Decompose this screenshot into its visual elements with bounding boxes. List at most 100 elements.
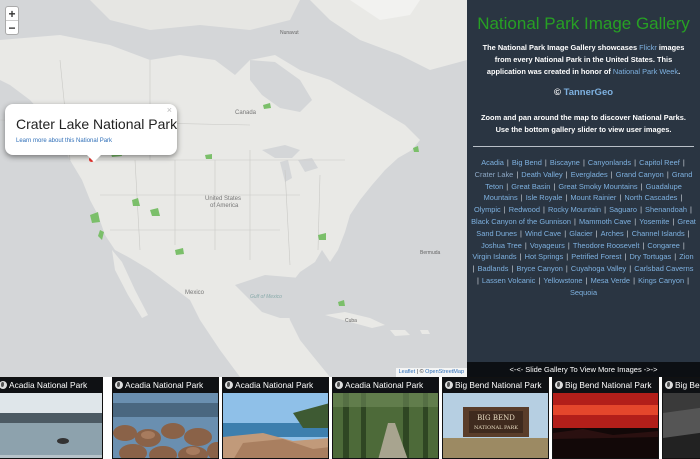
park-link[interactable]: Crater Lake [475,170,514,179]
map-view[interactable]: + − United States of America Canada Mexi… [0,0,467,377]
park-link[interactable]: Hot Springs [525,252,564,261]
park-link[interactable]: Acadia [481,158,504,167]
map-label-bermuda: Bermuda [420,250,441,256]
park-link-separator: | [504,158,511,167]
gallery-caption-text: Acadia National Park [235,380,314,390]
park-link-separator: | [632,158,639,167]
park-link-list: Acadia | Big Bend | Biscayne | Canyonlan… [471,157,696,299]
popup-learn-more-link[interactable]: Learn more about this National Park [16,138,112,144]
globe-icon [665,381,673,389]
gallery-card[interactable]: Big Bend National Park [662,377,700,459]
gallery-card[interactable]: Acadia National Park [112,377,219,459]
info-sidebar: National Park Image Gallery The National… [467,0,700,362]
intro-part-1: The National Park Image Gallery showcase… [482,43,640,52]
park-link[interactable]: Carlsbad Caverns [634,264,693,273]
park-link[interactable]: Mesa Verde [591,276,630,285]
park-link[interactable]: Everglades [571,170,608,179]
park-link[interactable]: Dry Tortugas [629,252,671,261]
image-gallery[interactable]: Acadia National Park Acadia National Park… [0,377,700,459]
park-link[interactable]: Virgin Islands [472,252,516,261]
tannergeo-link[interactable]: TannerGeo [564,87,613,98]
park-link[interactable]: Sequoia [570,288,597,297]
park-link[interactable]: Isle Royale [526,193,563,202]
park-link-separator: | [542,158,549,167]
intro-text: The National Park Image Gallery showcase… [476,42,691,78]
park-link[interactable]: Canyonlands [588,158,631,167]
park-link[interactable]: Congaree [647,241,679,250]
park-link[interactable]: Bryce Canyon [516,264,562,273]
national-park-week-link[interactable]: National Park Week [613,67,678,76]
park-link[interactable]: Wind Cave [525,229,561,238]
gallery-card[interactable]: Big Bend National Park BIG BEND NATIONAL P… [442,377,549,459]
gallery-slider-hint[interactable]: <-<- Slide Gallery To View More Images -… [467,362,700,377]
park-link-separator: | [680,240,685,250]
park-link[interactable]: Big Bend [512,158,542,167]
zoom-in-button[interactable]: + [6,7,18,21]
park-link-separator: | [632,216,639,226]
park-link[interactable]: Kings Canyon [638,276,684,285]
instructions-text: Zoom and pan around the map to discover … [481,113,686,134]
park-link[interactable]: Death Valley [521,170,562,179]
park-link[interactable]: Lassen Volcanic [482,276,535,285]
park-link-separator: | [638,181,645,191]
park-link[interactable]: Great Smoky Mountains [558,182,637,191]
zoom-out-button[interactable]: − [6,21,18,35]
svg-text:NATIONAL PARK: NATIONAL PARK [474,425,518,431]
flickr-link[interactable]: Flickr [639,43,657,52]
park-link[interactable]: Yosemite [639,217,669,226]
park-link-separator: | [580,158,587,167]
map-label-nunavut: Nunavut [280,30,299,36]
park-link[interactable]: Shenandoah [645,205,687,214]
gallery-card[interactable]: Big Bend National Park [552,377,659,459]
globe-icon [445,381,453,389]
park-link[interactable]: Olympic [474,205,501,214]
svg-text:BIG BEND: BIG BEND [477,414,515,422]
globe-icon [335,381,343,389]
park-link-separator: | [518,193,525,203]
credit: © TannerGeo [467,87,700,98]
park-link-separator: | [501,205,508,215]
gallery-card[interactable]: Acadia National Park [222,377,329,459]
gallery-caption: Acadia National Park [0,378,102,393]
park-link-separator: | [664,169,671,179]
globe-icon [225,381,233,389]
park-link[interactable]: Voyageurs [530,241,565,250]
park-link[interactable]: Redwood [509,205,540,214]
park-link[interactable]: Mammoth Cave [579,217,631,226]
park-link[interactable]: Channel Islands [632,229,685,238]
park-link[interactable]: Arches [601,229,624,238]
gallery-caption: Big Bend National Park [443,378,548,393]
park-link[interactable]: Mount Rainier [570,193,616,202]
park-link[interactable]: Saguaro [609,205,637,214]
park-link[interactable]: Biscayne [550,158,580,167]
leaflet-link[interactable]: Leaflet [399,369,416,375]
park-link[interactable]: Black Canyon of the Gunnison [471,217,571,226]
gallery-caption-text: Acadia National Park [125,380,204,390]
park-link[interactable]: Joshua Tree [481,241,522,250]
osm-link[interactable]: OpenStreetMap [425,369,464,375]
park-link[interactable]: Great Basin [511,182,550,191]
park-link[interactable]: Badlands [478,264,509,273]
gallery-caption-text: Acadia National Park [345,380,424,390]
park-link[interactable]: Zion [679,252,693,261]
gallery-card[interactable]: Acadia National Park [332,377,439,459]
park-link[interactable]: Grand Canyon [616,170,664,179]
park-link[interactable]: Cuyahoga Valley [571,264,626,273]
park-link[interactable]: Petrified Forest [571,252,621,261]
park-link[interactable]: Capitol Reef [639,158,680,167]
globe-icon [115,381,123,389]
map-label-mexico: Mexico [185,290,205,296]
park-link-separator: | [680,158,685,167]
map-label-usa: United States [205,196,242,202]
park-link[interactable]: Rocky Mountain [548,205,601,214]
gallery-caption-text: Big Bend National Park [455,380,542,390]
park-link[interactable]: North Cascades [624,193,677,202]
gallery-photo [113,393,218,458]
gallery-card[interactable]: Acadia National Park [0,377,103,459]
park-link[interactable]: Theodore Roosevelt [573,241,640,250]
popup-close-icon[interactable]: × [167,105,172,115]
park-link[interactable]: Yellowstone [543,276,582,285]
park-link-separator: | [631,275,638,285]
gallery-caption: Acadia National Park [333,378,438,393]
park-link[interactable]: Glacier [569,229,592,238]
